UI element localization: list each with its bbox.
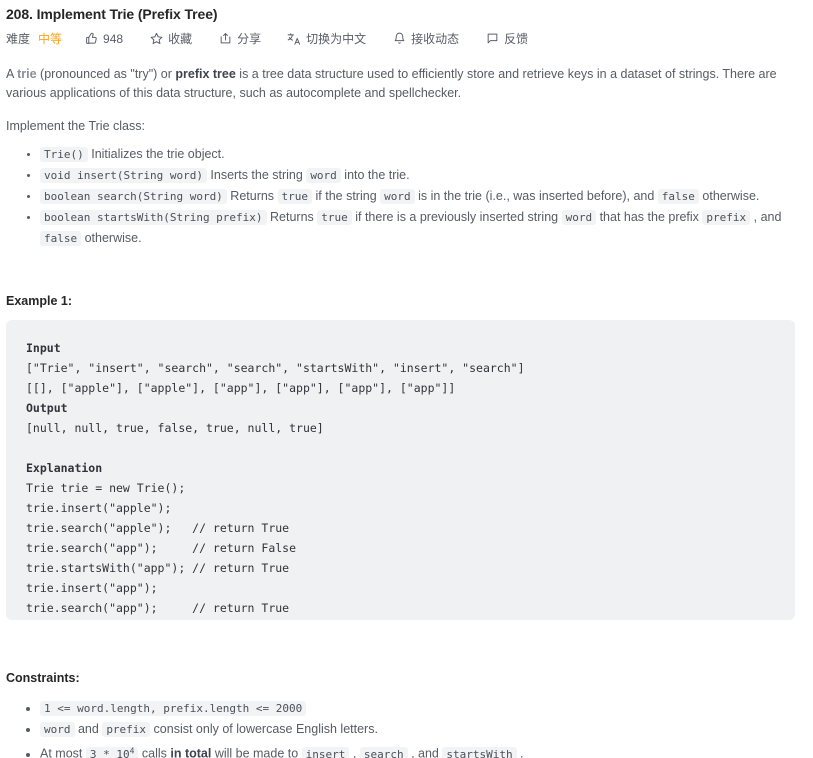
- difficulty-label: 难度: [6, 32, 31, 46]
- inline-code: prefix: [102, 722, 151, 737]
- code-line: trie.search("apple"); // return True: [26, 521, 290, 535]
- text-run: and: [74, 722, 103, 736]
- inline-code: true: [277, 189, 313, 204]
- text-run: ,: [349, 746, 360, 758]
- inline-code: 1 <= word.length, prefix.length <= 2000: [40, 701, 307, 716]
- code-line: trie.insert("app");: [26, 581, 158, 595]
- text-run: calls: [138, 746, 171, 758]
- text-run: into the trie.: [340, 168, 410, 182]
- thumbs-up-icon: [84, 32, 98, 46]
- code-line: trie.startsWith("app"); // return True: [26, 561, 290, 575]
- code-line: [null, null, true, false, true, null, tr…: [26, 421, 324, 435]
- code-line: trie.insert("apple");: [26, 501, 172, 515]
- inline-code: prefix: [702, 210, 751, 225]
- text-run: Inserts the string: [206, 168, 307, 182]
- code-section-label: Input: [26, 341, 61, 355]
- text-run: , and: [407, 746, 443, 758]
- inline-code: false: [657, 189, 699, 204]
- favorite-button[interactable]: 收藏: [149, 30, 192, 47]
- example-heading: Example 1:: [6, 294, 73, 308]
- text-run: is in the trie (i.e., was inserted befor…: [414, 189, 658, 203]
- inline-code: insert: [301, 746, 350, 758]
- text-run: otherwise.: [698, 189, 760, 203]
- method-list-item: boolean startsWith(String prefix) Return…: [40, 207, 795, 249]
- text-run: will be made to: [211, 746, 302, 758]
- code-section-label: Explanation: [26, 461, 103, 475]
- subscribe-label: 接收动态: [411, 32, 460, 46]
- inline-code: void insert(String word): [40, 168, 207, 183]
- inline-code: 3 * 104: [85, 746, 139, 758]
- exponent: 4: [129, 746, 135, 755]
- feedback-button[interactable]: 反馈: [485, 30, 528, 47]
- inline-code: boolean startsWith(String prefix): [40, 210, 267, 225]
- inline-code: word: [40, 722, 75, 737]
- constraint-list-item: At most 3 * 104 calls in total will be m…: [40, 740, 795, 758]
- text-run: if the string: [312, 189, 381, 203]
- constraints-list: 1 <= word.length, prefix.length <= 2000 w…: [6, 698, 795, 758]
- share-button[interactable]: 分享: [218, 30, 261, 47]
- like-count: 948: [103, 31, 124, 46]
- problem-description: A trie (pronounced as "try") or prefix t…: [0, 65, 813, 249]
- inline-code: word: [380, 189, 415, 204]
- constraint-list-item: 1 <= word.length, prefix.length <= 2000: [40, 698, 795, 719]
- code-line: trie.search("app"); // return True: [26, 601, 290, 615]
- text-run: otherwise.: [81, 231, 142, 245]
- text-run: that has the prefix: [596, 210, 703, 224]
- code-line: [[], ["apple"], ["apple"], ["app"], ["ap…: [26, 381, 456, 395]
- star-icon: [149, 32, 163, 46]
- translate-icon: [287, 32, 301, 46]
- code-line: trie.search("app"); // return False: [26, 541, 297, 555]
- code-section-label: Output: [26, 401, 68, 415]
- translate-label: 切换为中文: [306, 32, 367, 46]
- favorite-label: 收藏: [168, 32, 193, 46]
- difficulty-badge[interactable]: 中等: [38, 30, 62, 47]
- method-list-item: Trie() Initializes the trie object.: [40, 144, 795, 165]
- bell-icon: [392, 32, 406, 46]
- method-list-item: boolean search(String word) Returns true…: [40, 186, 795, 207]
- trie-link[interactable]: trie: [17, 67, 36, 81]
- inline-code: startsWith: [442, 746, 517, 758]
- inline-code: true: [317, 210, 352, 225]
- problem-toolbar: 难度 中等 948 收藏 分享 切换为中文 接收动态 反馈: [0, 22, 813, 47]
- code-line: ["Trie", "insert", "search", "search", "…: [26, 361, 525, 375]
- method-list-item: void insert(String word) Inserts the str…: [40, 165, 795, 186]
- feedback-label: 反馈: [504, 32, 529, 46]
- constraint-list-item: word and prefix consist only of lowercas…: [40, 719, 795, 740]
- description-paragraph-2: Implement the Trie class:: [6, 119, 145, 133]
- text-run: At most: [40, 746, 86, 758]
- text-run: consist only of lowercase English letter…: [150, 722, 378, 736]
- example-code-block: Input ["Trie", "insert", "search", "sear…: [6, 320, 795, 620]
- comment-icon: [485, 32, 499, 46]
- like-button[interactable]: 948: [84, 32, 123, 46]
- inline-code: boolean search(String word): [40, 189, 227, 204]
- desc-text-b: (pronounced as "try") or: [36, 67, 176, 81]
- desc-text-a: A: [6, 67, 18, 81]
- share-label: 分享: [237, 32, 262, 46]
- constraints-heading: Constraints:: [6, 671, 80, 685]
- inline-code: false: [40, 231, 82, 246]
- page-title: 208. Implement Trie (Prefix Tree): [6, 6, 218, 22]
- translate-button[interactable]: 切换为中文: [287, 30, 366, 47]
- subscribe-button[interactable]: 接收动态: [392, 30, 459, 47]
- share-icon: [218, 32, 232, 46]
- method-list: Trie() Initializes the trie object.void …: [6, 144, 795, 249]
- text-run: , and: [750, 210, 782, 224]
- inline-code: search: [359, 746, 408, 758]
- text-run: Returns: [266, 210, 318, 224]
- code-line: Trie trie = new Trie();: [26, 481, 186, 495]
- prefix-tree-emphasis: prefix tree: [175, 67, 236, 81]
- text-run: .: [516, 746, 524, 758]
- text-run: if there is a previously inserted string: [351, 210, 562, 224]
- inline-code: Trie(): [40, 147, 88, 162]
- text-run: Returns: [226, 189, 278, 203]
- problem-page: 208. Implement Trie (Prefix Tree) 难度 中等 …: [0, 0, 813, 758]
- description-paragraph-1: A trie (pronounced as "try") or prefix t…: [6, 65, 795, 103]
- inline-code: word: [561, 210, 597, 225]
- text-run: Initializes the trie object.: [87, 147, 225, 161]
- emphasis-text: in total: [170, 746, 212, 758]
- inline-code: word: [306, 168, 341, 183]
